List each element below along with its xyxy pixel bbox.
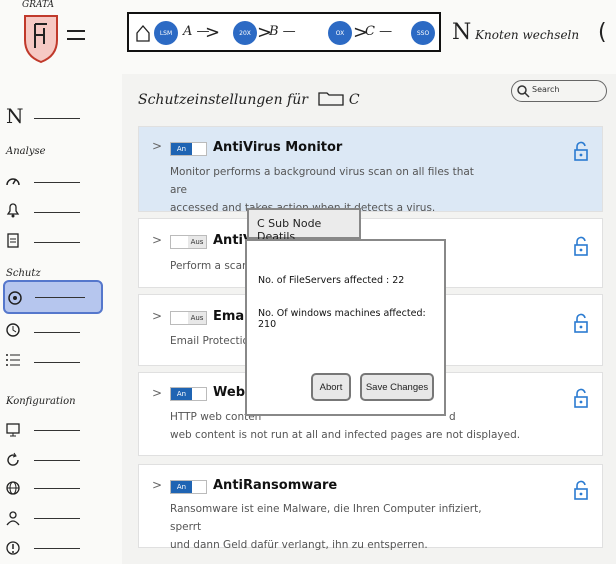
sidebar-item-schutz-selected[interactable] — [3, 280, 103, 314]
lock-icon[interactable] — [573, 313, 589, 333]
logo-shield-icon — [24, 15, 58, 64]
toggle-label: An — [171, 143, 192, 155]
clock-icon[interactable] — [5, 322, 21, 338]
card-description-line: und dann Geld dafür verlangt, ihn zu ent… — [170, 539, 428, 551]
card-title: AntiRansomware — [213, 478, 338, 493]
card-description-line: web content is not run at all and infect… — [170, 429, 521, 441]
collapse-icon[interactable]: ( — [598, 20, 607, 45]
sidebar-section-konfiguration: Konfiguration — [6, 396, 76, 407]
menu-icon[interactable] — [66, 28, 86, 42]
windows-machines-affected-text: No. Of windows machines affected: 210 — [258, 308, 426, 330]
sidebar-divider — [34, 118, 80, 119]
page-title: Schutzeinstellungen für C — [138, 90, 360, 108]
sidebar-item-line — [35, 297, 85, 298]
chevron-right-icon[interactable]: > — [152, 478, 162, 492]
lock-icon[interactable] — [573, 480, 589, 500]
toggle-label: Aus — [188, 236, 206, 248]
chevron-right-icon[interactable]: > — [152, 309, 162, 323]
toggle-switch[interactable]: An — [170, 387, 207, 401]
search-placeholder: Search — [532, 85, 560, 94]
card-antiransomware: > An AntiRansomware Ransomware ist eine … — [138, 464, 603, 551]
modal-tab[interactable]: C Sub Node Deatils — [247, 208, 361, 243]
switch-node-link[interactable]: N Knoten wechseln — [452, 20, 579, 45]
sidebar-item-line[interactable] — [34, 212, 80, 213]
search-input[interactable]: Search — [511, 80, 607, 102]
chevron-right-icon[interactable]: > — [152, 233, 162, 247]
toggle-switch[interactable]: An — [170, 142, 207, 156]
card-description-tail: d — [449, 411, 456, 423]
page-title-folder: C — [348, 92, 360, 108]
chevron-right-icon[interactable]: > — [152, 386, 162, 400]
breadcrumb-segment-c[interactable]: C — — [365, 24, 392, 39]
dashboard-icon[interactable] — [5, 172, 21, 188]
toggle-switch[interactable]: Aus — [170, 311, 207, 325]
toggle-switch[interactable]: Aus — [170, 235, 207, 249]
clipboard-icon[interactable] — [5, 232, 21, 248]
home-icon[interactable] — [135, 24, 151, 42]
bell-icon[interactable] — [5, 202, 21, 218]
toggle-label: An — [171, 388, 192, 400]
abort-button[interactable]: Abort — [311, 373, 351, 401]
folder-icon — [318, 92, 345, 106]
sidebar-item-line[interactable] — [34, 518, 80, 519]
sidebar: N Analyse Schutz Konfiguration — [0, 74, 122, 564]
breadcrumb-node-lsm[interactable]: LSM — [154, 21, 178, 45]
alert-icon[interactable] — [5, 540, 21, 556]
card-description: Ransomware ist eine Malware, die Ihren C… — [170, 500, 490, 554]
node-n-icon: N — [452, 20, 472, 45]
chevron-right-icon: > — [205, 22, 221, 43]
shield-icon — [8, 291, 22, 305]
sidebar-item-line[interactable] — [34, 460, 80, 461]
toggle-label: An — [171, 481, 192, 493]
breadcrumb-node-sso[interactable]: SSO — [411, 21, 435, 45]
header: GRATA LSM A — > 20X > B — OX > C — SSO N… — [0, 0, 616, 74]
list-icon[interactable] — [5, 352, 21, 368]
lock-icon[interactable] — [573, 388, 589, 408]
card-description-line: Monitor performs a background virus scan… — [170, 166, 474, 196]
card-title: AntiVirus Monitor — [213, 140, 343, 155]
search-icon — [517, 85, 530, 98]
sidebar-top-letter: N — [6, 104, 24, 128]
sidebar-item-line[interactable] — [34, 362, 80, 363]
breadcrumb: LSM A — > 20X > B — OX > C — SSO — [127, 12, 441, 52]
breadcrumb-node-20x[interactable]: 20X — [233, 21, 257, 45]
save-changes-button[interactable]: Save Changes — [360, 373, 434, 401]
globe-icon[interactable] — [5, 480, 21, 496]
sidebar-item-line[interactable] — [34, 332, 80, 333]
lock-icon[interactable] — [573, 236, 589, 256]
breadcrumb-segment-b[interactable]: B — — [269, 24, 296, 39]
switch-node-label: Knoten wechseln — [475, 28, 580, 42]
card-description-line: Ransomware ist eine Malware, die Ihren C… — [170, 503, 482, 533]
card-antivirus-monitor: > An AntiVirus Monitor Monitor performs … — [138, 126, 603, 214]
logo-text: GRATA — [22, 0, 54, 10]
sidebar-item-line[interactable] — [34, 242, 80, 243]
refresh-icon[interactable] — [5, 452, 21, 468]
page-title-text: Schutzeinstellungen für — [138, 92, 308, 108]
sidebar-section-schutz: Schutz — [6, 268, 41, 279]
toggle-switch[interactable]: An — [170, 480, 207, 494]
sidebar-item-line[interactable] — [34, 548, 80, 549]
toggle-label: Aus — [188, 312, 206, 324]
lock-icon[interactable] — [573, 141, 589, 161]
monitor-icon[interactable] — [5, 422, 21, 438]
sidebar-item-line[interactable] — [34, 430, 80, 431]
sidebar-item-line[interactable] — [34, 488, 80, 489]
chevron-right-icon[interactable]: > — [152, 139, 162, 153]
card-title: Emai — [213, 309, 249, 324]
sub-node-details-modal: No. of FileServers affected : 22 No. Of … — [245, 239, 446, 416]
sidebar-section-analyse: Analyse — [6, 146, 46, 157]
user-icon[interactable] — [5, 510, 21, 526]
fileservers-affected-text: No. of FileServers affected : 22 — [258, 275, 405, 286]
sidebar-item-line[interactable] — [34, 182, 80, 183]
breadcrumb-node-ox[interactable]: OX — [328, 21, 352, 45]
